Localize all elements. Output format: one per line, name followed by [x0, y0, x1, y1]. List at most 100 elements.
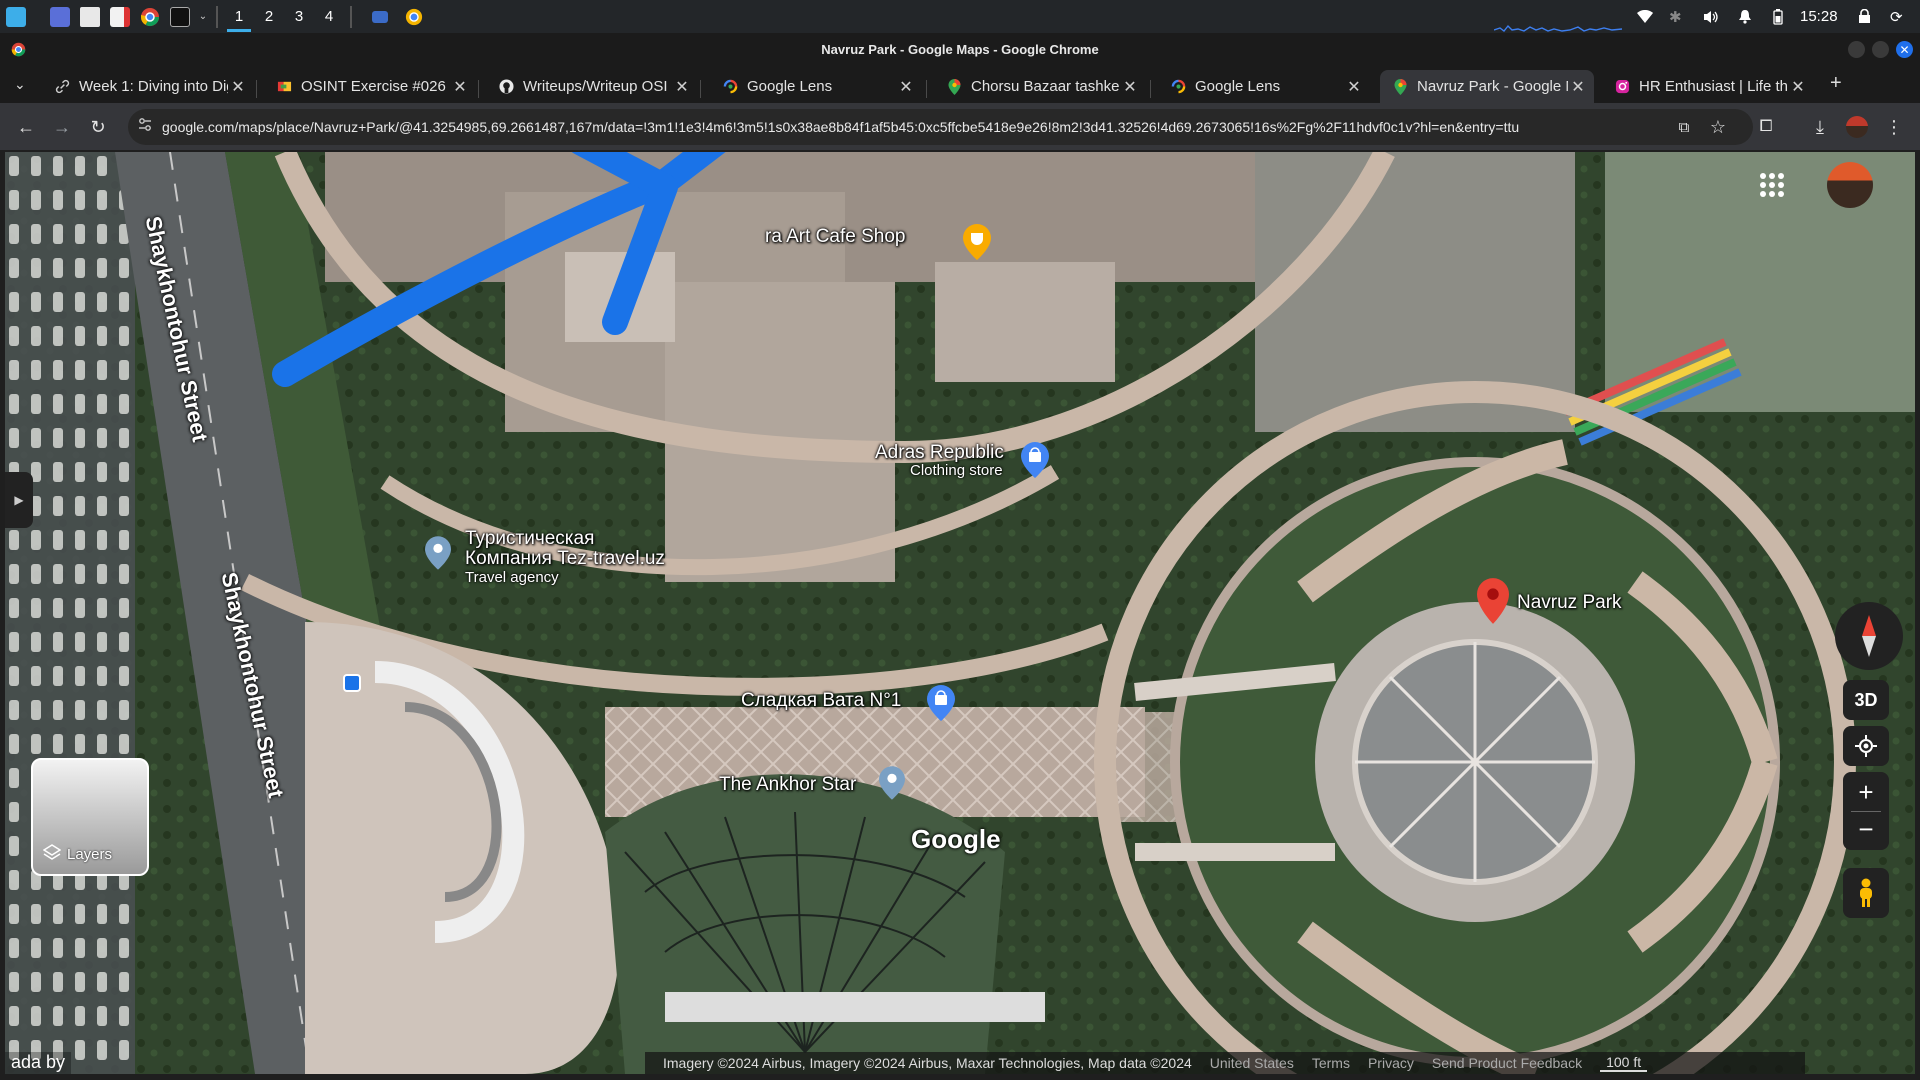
desktop-icon[interactable]: [46, 3, 74, 31]
maps-pin-icon: [1392, 78, 1408, 95]
place-pin-icon[interactable]: [879, 766, 905, 805]
expand-side-panel-button[interactable]: ▶: [5, 472, 33, 528]
close-tab-icon[interactable]: ✕: [450, 77, 470, 97]
kebab-menu-icon[interactable]: ⋮: [1880, 113, 1908, 141]
minimize-button[interactable]: [1848, 41, 1865, 58]
taskbar-divider: [216, 5, 218, 28]
workspace-3[interactable]: 3: [284, 0, 314, 33]
tab-chorsu-bazaar[interactable]: Chorsu Bazaar tashken ✕: [934, 70, 1146, 103]
download-icon[interactable]: ⤓: [1806, 113, 1834, 141]
tab-title: HR Enthusiast | Life thr: [1639, 78, 1788, 95]
workspace-4[interactable]: 4: [314, 0, 344, 33]
tab-divider: [256, 80, 257, 98]
chevron-down-icon[interactable]: ⌄: [196, 3, 210, 31]
chrome-window-icon: [11, 42, 26, 62]
bus-stop-icon[interactable]: [343, 674, 361, 692]
site-settings-icon[interactable]: [138, 117, 152, 138]
workspace-2[interactable]: 2: [254, 0, 284, 33]
shopping-bag-pin-icon[interactable]: [1021, 442, 1049, 483]
place-type-adras: Clothing store: [910, 462, 1003, 479]
close-tab-icon[interactable]: ✕: [1120, 77, 1140, 97]
file-manager-icon[interactable]: [76, 3, 104, 31]
toggle-3d-button[interactable]: 3D: [1843, 680, 1889, 720]
region-link[interactable]: United States: [1210, 1055, 1294, 1071]
place-label-navruz[interactable]: Navruz Park: [1517, 592, 1622, 614]
place-label-tez-line1[interactable]: Туристическая: [465, 528, 594, 550]
zoom-out-minus-icon[interactable]: −: [1858, 812, 1873, 850]
tab-navruz-park[interactable]: Navruz Park - Google M ✕: [1380, 70, 1594, 103]
lock-screen-icon[interactable]: [1858, 0, 1871, 33]
profile-avatar[interactable]: [1843, 113, 1871, 141]
close-tab-icon[interactable]: ✕: [1788, 77, 1808, 97]
url-text[interactable]: google.com/maps/place/Navruz+Park/@41.32…: [162, 119, 1662, 135]
taskbar-divider: [350, 5, 352, 28]
tab-hr-enthusiast[interactable]: HR Enthusiast | Life thr ✕: [1602, 70, 1814, 103]
place-label-sladkaya[interactable]: Сладкая Вата N°1: [741, 690, 901, 712]
cafe-pin-icon[interactable]: [963, 224, 991, 265]
map-canvas[interactable]: Shaykhontohur Street Shaykhontohur Stree…: [5, 152, 1915, 1074]
imagery-credits: Imagery ©2024 Airbus, Imagery ©2024 Airb…: [663, 1055, 1192, 1071]
wifi-icon[interactable]: [1637, 0, 1653, 33]
place-pin-icon[interactable]: [425, 536, 451, 575]
close-window-button[interactable]: ✕: [1896, 41, 1913, 58]
workspace-1[interactable]: 1: [224, 0, 254, 33]
tab-title: Google Lens: [1195, 78, 1281, 95]
extensions-puzzle-icon[interactable]: ⧠: [1752, 113, 1780, 141]
tab-title: OSINT Exercise #026 -: [301, 78, 450, 95]
clock[interactable]: 15:28: [1800, 0, 1838, 33]
privacy-link[interactable]: Privacy: [1368, 1055, 1414, 1071]
tab-google-lens-1[interactable]: Google Lens ✕: [710, 70, 922, 103]
terminal-icon[interactable]: [166, 3, 194, 31]
power-icon[interactable]: ⟳: [1890, 0, 1903, 33]
tab-search-chevron-icon[interactable]: ⌄: [14, 76, 26, 93]
place-label-tez-line2[interactable]: Компания Tez-travel.uz: [465, 548, 665, 570]
close-tab-icon[interactable]: ✕: [1568, 77, 1588, 97]
install-app-icon[interactable]: ⧉: [1670, 113, 1698, 141]
bluetooth-icon[interactable]: ✱: [1669, 0, 1682, 33]
back-arrow-icon[interactable]: ←: [12, 113, 40, 141]
instagram-icon: [1614, 79, 1630, 95]
feedback-link[interactable]: Send Product Feedback: [1432, 1055, 1582, 1071]
street-view-pegman-icon[interactable]: [1843, 868, 1889, 918]
close-tab-icon[interactable]: ✕: [228, 77, 248, 97]
chrome-launcher-icon[interactable]: [136, 3, 164, 31]
my-location-icon[interactable]: [1843, 726, 1889, 766]
maximize-button[interactable]: [1872, 41, 1889, 58]
tab-strip: ⌄ Week 1: Diving into Dig ✕ OSINT Exerci…: [0, 66, 1920, 103]
place-label-ankhor[interactable]: The Ankhor Star: [719, 774, 856, 796]
compass-control[interactable]: [1835, 602, 1903, 670]
address-bar[interactable]: google.com/maps/place/Navruz+Park/@41.32…: [128, 109, 1753, 145]
satellite-imagery: [5, 152, 1915, 1074]
layers-icon: [42, 844, 62, 864]
place-label-adras[interactable]: Adras Republic: [875, 442, 1004, 464]
google-apps-grid-icon[interactable]: [1759, 172, 1785, 203]
volume-icon[interactable]: [1703, 0, 1719, 33]
terms-link[interactable]: Terms: [1312, 1055, 1350, 1071]
window-thumbnail-icon[interactable]: [366, 3, 394, 31]
shopping-bag-pin-icon[interactable]: [927, 685, 955, 726]
link-icon: [54, 79, 70, 95]
place-label-cafe[interactable]: ra Art Cafe Shop: [765, 226, 905, 248]
account-avatar[interactable]: [1827, 162, 1873, 208]
forward-arrow-icon[interactable]: →: [48, 113, 76, 141]
chrome-window-icon[interactable]: [400, 3, 428, 31]
reload-icon[interactable]: ↻: [84, 113, 112, 141]
close-tab-icon[interactable]: ✕: [1344, 77, 1364, 97]
compass-needle-icon: [1862, 615, 1876, 657]
tab-writeups[interactable]: Writeups/Writeup OSI ✕: [486, 70, 698, 103]
tab-week1[interactable]: Week 1: Diving into Dig ✕: [42, 70, 254, 103]
navruz-park-red-pin-icon[interactable]: [1477, 578, 1509, 629]
browser-toolbar: ← → ↻ google.com/maps/place/Navruz+Park/…: [0, 103, 1920, 150]
app-launcher-icon[interactable]: [2, 3, 30, 31]
tab-osint-exercise[interactable]: OSINT Exercise #026 - ✕: [264, 70, 476, 103]
tab-google-lens-2[interactable]: Google Lens ✕: [1158, 70, 1370, 103]
document-viewer-icon[interactable]: [106, 3, 134, 31]
layers-button[interactable]: Layers: [31, 758, 149, 876]
new-tab-plus-icon[interactable]: +: [1830, 72, 1842, 95]
scale-label[interactable]: 100 ft: [1600, 1054, 1648, 1072]
zoom-in-plus-icon[interactable]: +: [1858, 773, 1873, 811]
notification-bell-icon[interactable]: [1738, 0, 1752, 33]
bookmark-star-icon[interactable]: ☆: [1704, 113, 1732, 141]
close-tab-icon[interactable]: ✕: [672, 77, 692, 97]
close-tab-icon[interactable]: ✕: [896, 77, 916, 97]
